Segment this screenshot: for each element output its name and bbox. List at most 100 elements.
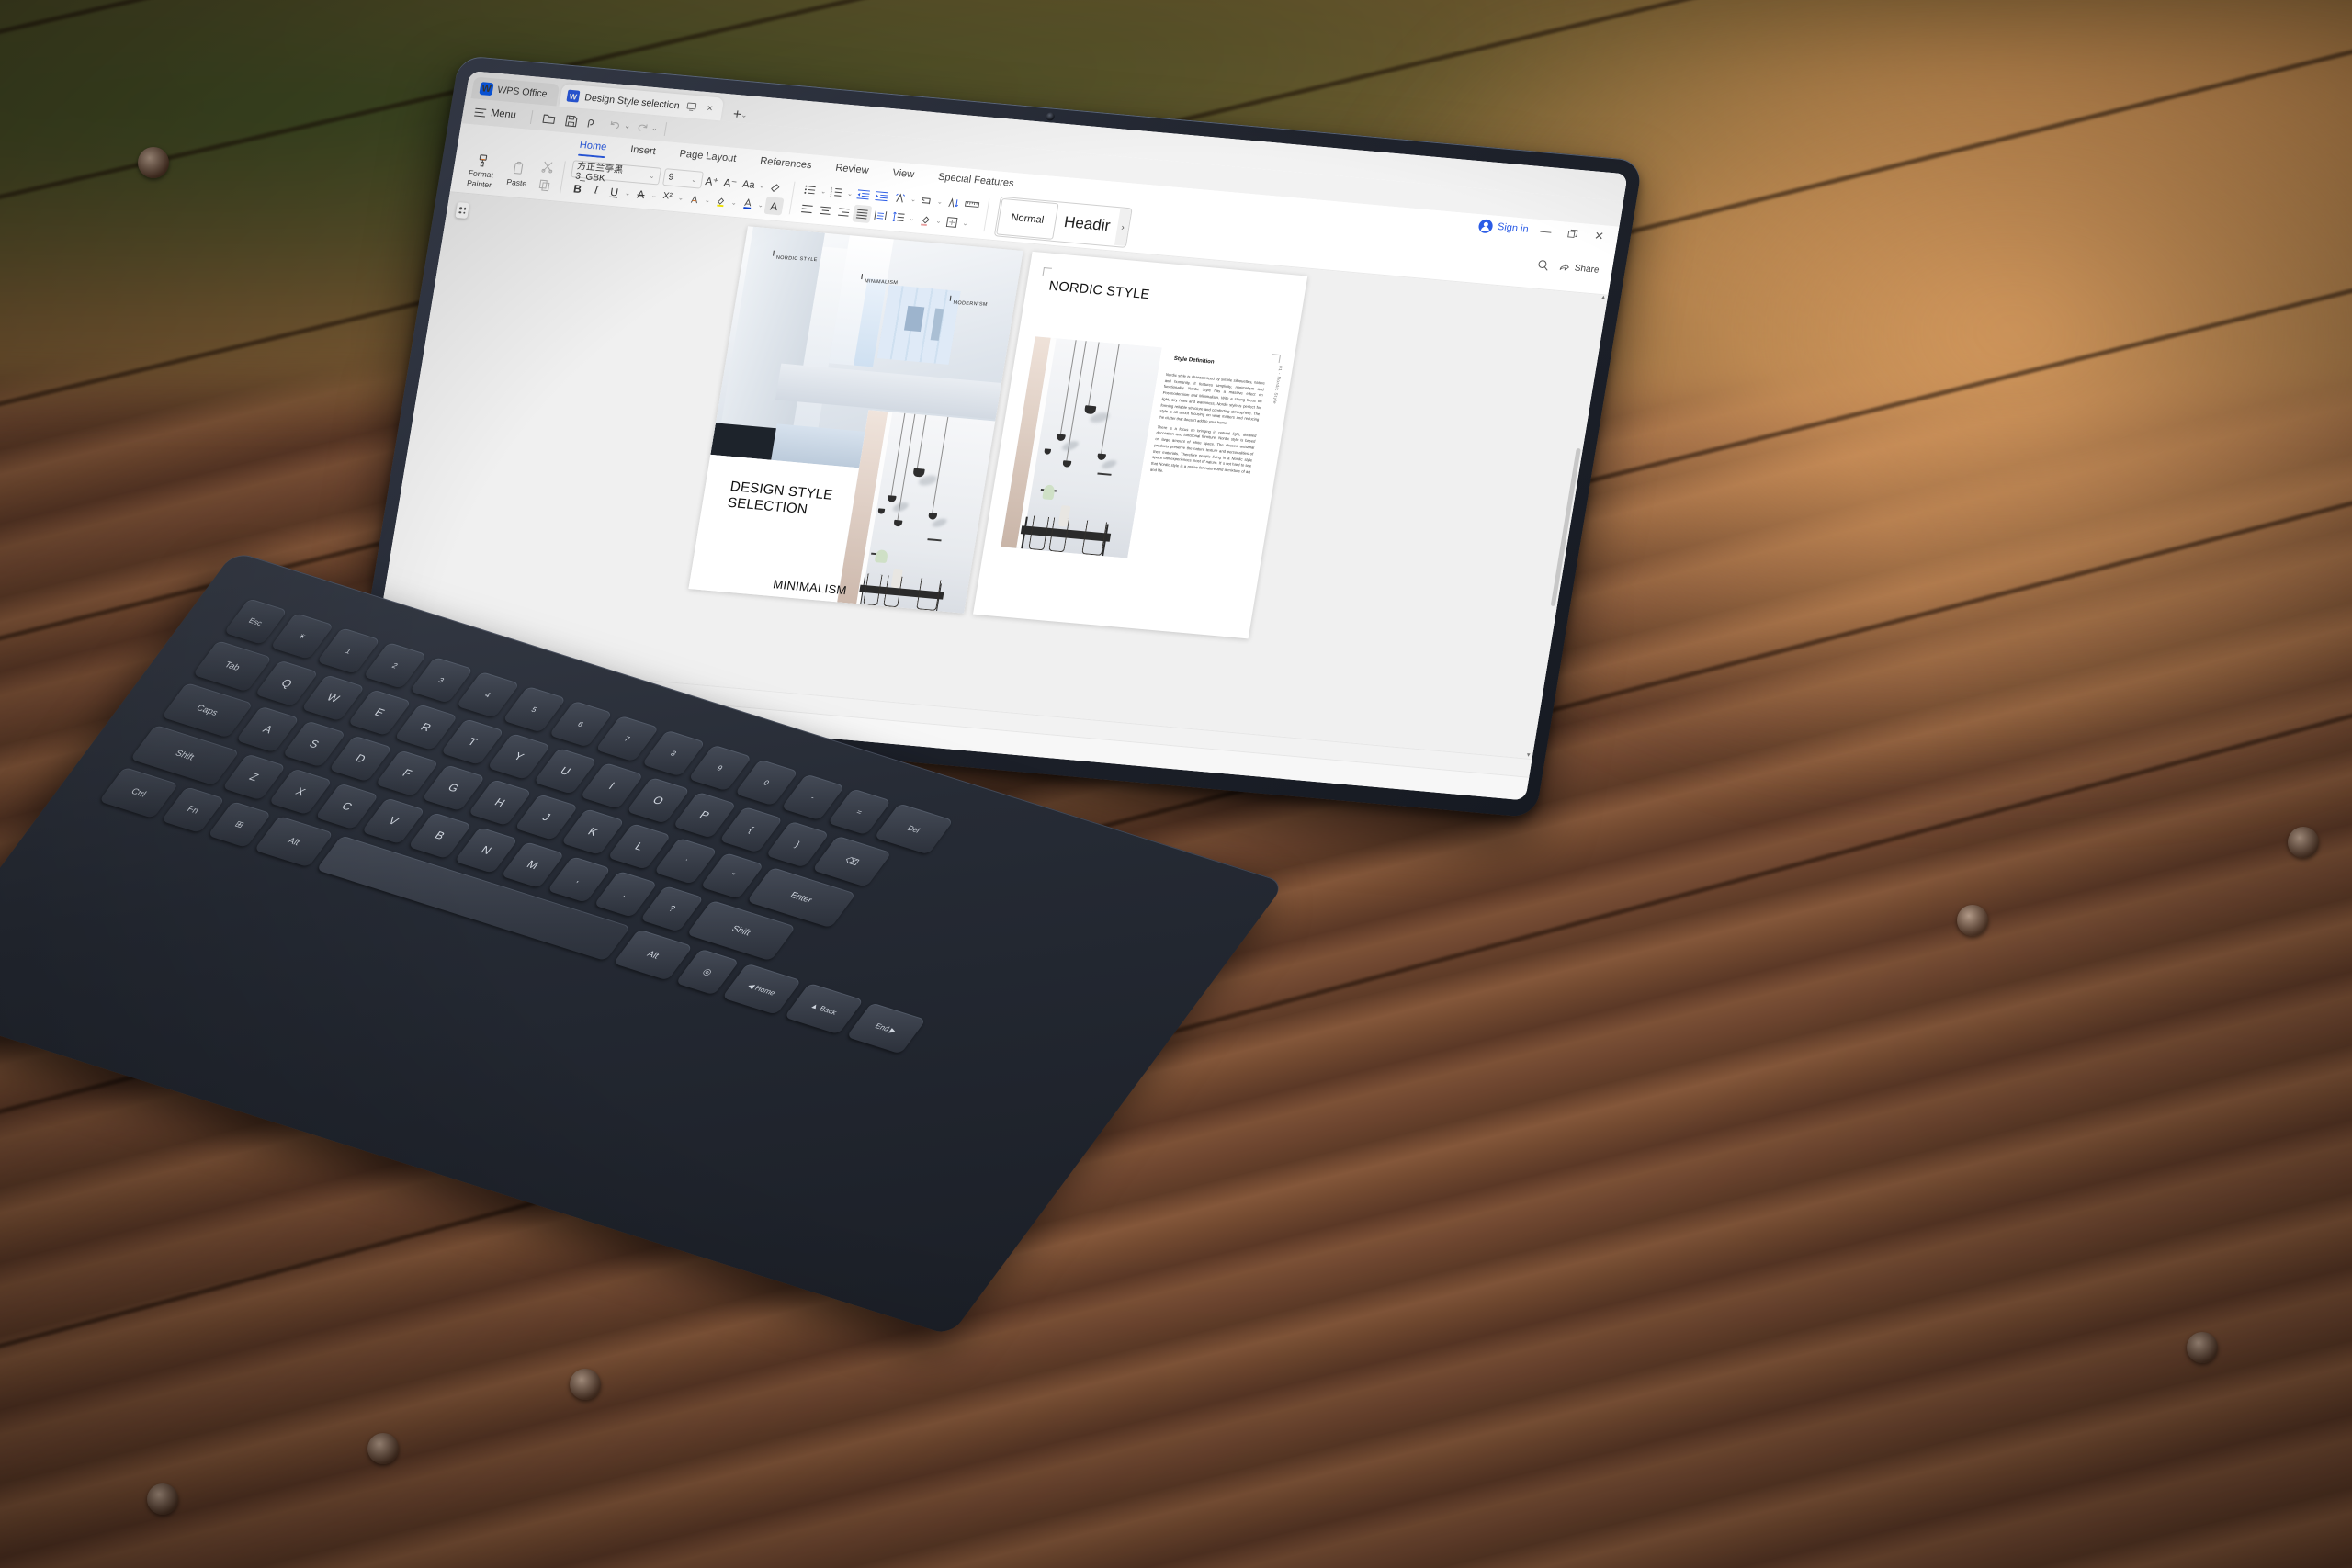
show-marks-icon[interactable]	[917, 191, 937, 209]
key-arrow-up[interactable]: ▲ Back	[784, 983, 865, 1035]
new-tab-caret-icon[interactable]: ⌄	[741, 110, 748, 118]
account-avatar-icon	[1477, 218, 1495, 233]
search-icon[interactable]	[1532, 255, 1553, 274]
font-size-select[interactable]: 9 ⌄	[662, 168, 704, 189]
key-alt-right[interactable]: Alt	[613, 929, 694, 981]
borders-icon[interactable]	[942, 212, 962, 231]
bold-button[interactable]: B	[568, 179, 588, 197]
share-button[interactable]: Share	[1558, 261, 1600, 276]
undo-icon[interactable]	[604, 114, 627, 134]
page2-section-heading: Style Definition	[1173, 355, 1215, 366]
bullet-list-icon[interactable]	[800, 180, 820, 198]
style-normal[interactable]: Normal	[996, 197, 1059, 240]
highlight-color-icon[interactable]	[711, 192, 731, 210]
wps-logo-icon: W	[479, 82, 494, 96]
table-screw	[147, 1483, 178, 1515]
open-file-icon[interactable]	[537, 108, 560, 129]
restore-button[interactable]	[1562, 224, 1583, 243]
key-alt-left[interactable]: Alt	[254, 816, 334, 868]
align-left-icon[interactable]	[797, 199, 817, 218]
paste-button[interactable]: Paste	[499, 158, 538, 189]
save-icon[interactable]	[560, 110, 582, 130]
decrease-indent-icon[interactable]	[854, 186, 874, 204]
menu-button[interactable]: Menu	[469, 104, 525, 123]
scroll-down-arrow-icon[interactable]: ▼	[1525, 752, 1532, 758]
strikethrough-button[interactable]: A	[631, 185, 651, 203]
customize-caret-icon[interactable]: ⌄	[651, 123, 659, 131]
align-center-icon[interactable]	[815, 201, 835, 220]
minimize-button[interactable]: —	[1535, 222, 1556, 241]
close-button[interactable]: ✕	[1589, 227, 1610, 245]
table-screw	[138, 147, 169, 178]
font-color-icon[interactable]	[737, 194, 757, 212]
format-painter-button[interactable]: Format Painter	[461, 150, 503, 190]
align-right-icon[interactable]	[833, 203, 854, 221]
italic-button[interactable]: I	[586, 181, 606, 199]
change-case-button[interactable]: Aa	[739, 175, 759, 194]
page2-vertical-label: 01 - Nordic Style	[1272, 365, 1283, 405]
character-border-icon[interactable]	[684, 189, 705, 208]
underline-button[interactable]: U	[605, 183, 625, 201]
menu-label: Menu	[490, 107, 517, 121]
chevron-down-icon[interactable]: ⌄	[729, 198, 738, 207]
eraser-icon[interactable]	[765, 177, 786, 196]
align-justify-icon[interactable]	[852, 204, 873, 224]
page2-paragraph-2: There is a focus on bringing in natural …	[1149, 424, 1257, 475]
chevron-down-icon[interactable]: ⌄	[676, 194, 684, 202]
present-icon[interactable]	[684, 100, 699, 114]
print-icon[interactable]	[582, 112, 605, 132]
undo-caret-icon[interactable]: ⌄	[624, 121, 631, 130]
document-page-1[interactable]: NORDIC STYLE MINIMALISM MODERNISM DESIGN…	[688, 226, 1023, 614]
copy-icon[interactable]	[535, 176, 555, 195]
style-gallery[interactable]: Normal Headir ›	[993, 196, 1133, 248]
ruler-icon[interactable]	[962, 195, 982, 213]
style-heading[interactable]: Headir	[1055, 203, 1120, 245]
distribute-icon[interactable]	[870, 206, 890, 224]
chevron-down-icon[interactable]: ⌄	[758, 182, 766, 190]
key-backspace[interactable]: ⌫	[811, 835, 892, 887]
cut-icon[interactable]	[537, 157, 558, 175]
chevron-down-icon[interactable]: ⌄	[624, 189, 632, 197]
paste-label: Paste	[505, 176, 528, 188]
chevron-down-icon[interactable]: ⌄	[934, 217, 943, 225]
chevron-down-icon[interactable]: ⌄	[908, 214, 916, 222]
drag-handle[interactable]	[455, 202, 470, 219]
new-tab-group[interactable]: + ⌄	[732, 107, 749, 123]
superscript-button[interactable]: X²	[658, 187, 678, 206]
page2-interior-photo	[1001, 336, 1162, 558]
share-label: Share	[1573, 263, 1600, 276]
clear-formatting-button[interactable]: A	[763, 197, 785, 216]
text-direction-icon[interactable]	[890, 188, 910, 207]
chevron-down-icon[interactable]: ⌄	[846, 189, 854, 197]
close-tab-icon[interactable]: ×	[702, 101, 717, 115]
table-screw	[2288, 827, 2319, 858]
chevron-down-icon[interactable]: ⌄	[820, 187, 828, 196]
format-painter-icon	[471, 151, 494, 171]
chevron-down-icon[interactable]: ⌄	[910, 195, 918, 203]
line-spacing-icon[interactable]	[888, 208, 909, 226]
key-arrow-left[interactable]: ◀ Home	[721, 963, 802, 1015]
chevron-down-icon[interactable]: ⌄	[650, 191, 658, 199]
svg-text:3: 3	[830, 194, 832, 197]
toolbar-divider	[663, 121, 668, 136]
document-page-2[interactable]: NORDIC STYLE 01 - Nordic Style Style Def…	[972, 251, 1308, 639]
sort-icon[interactable]	[944, 193, 964, 211]
shading-icon[interactable]	[915, 210, 935, 229]
redo-icon[interactable]	[631, 117, 654, 137]
page2-heading: NORDIC STYLE	[1047, 278, 1151, 303]
toolbar-divider	[529, 109, 533, 124]
sign-in-button[interactable]: Sign in	[1477, 218, 1530, 237]
chevron-down-icon: ⌄	[690, 176, 697, 184]
increase-indent-icon[interactable]	[872, 186, 892, 205]
shrink-font-button[interactable]: A⁻	[720, 174, 741, 192]
key-arrow-right[interactable]: End ▶	[846, 1002, 926, 1055]
page2-body-text[interactable]: Nordic style is characterized by simple …	[1149, 372, 1266, 486]
chevron-down-icon[interactable]: ⌄	[935, 197, 944, 206]
numbered-list-icon[interactable]: 123	[827, 183, 847, 201]
grow-font-button[interactable]: A⁺	[702, 172, 722, 190]
chevron-down-icon[interactable]: ⌄	[756, 201, 764, 209]
chevron-down-icon[interactable]: ⌄	[703, 196, 711, 204]
scroll-up-arrow-icon[interactable]: ▲	[1600, 295, 1607, 300]
chevron-down-icon[interactable]: ⌄	[961, 220, 969, 228]
sign-in-label: Sign in	[1497, 221, 1530, 235]
